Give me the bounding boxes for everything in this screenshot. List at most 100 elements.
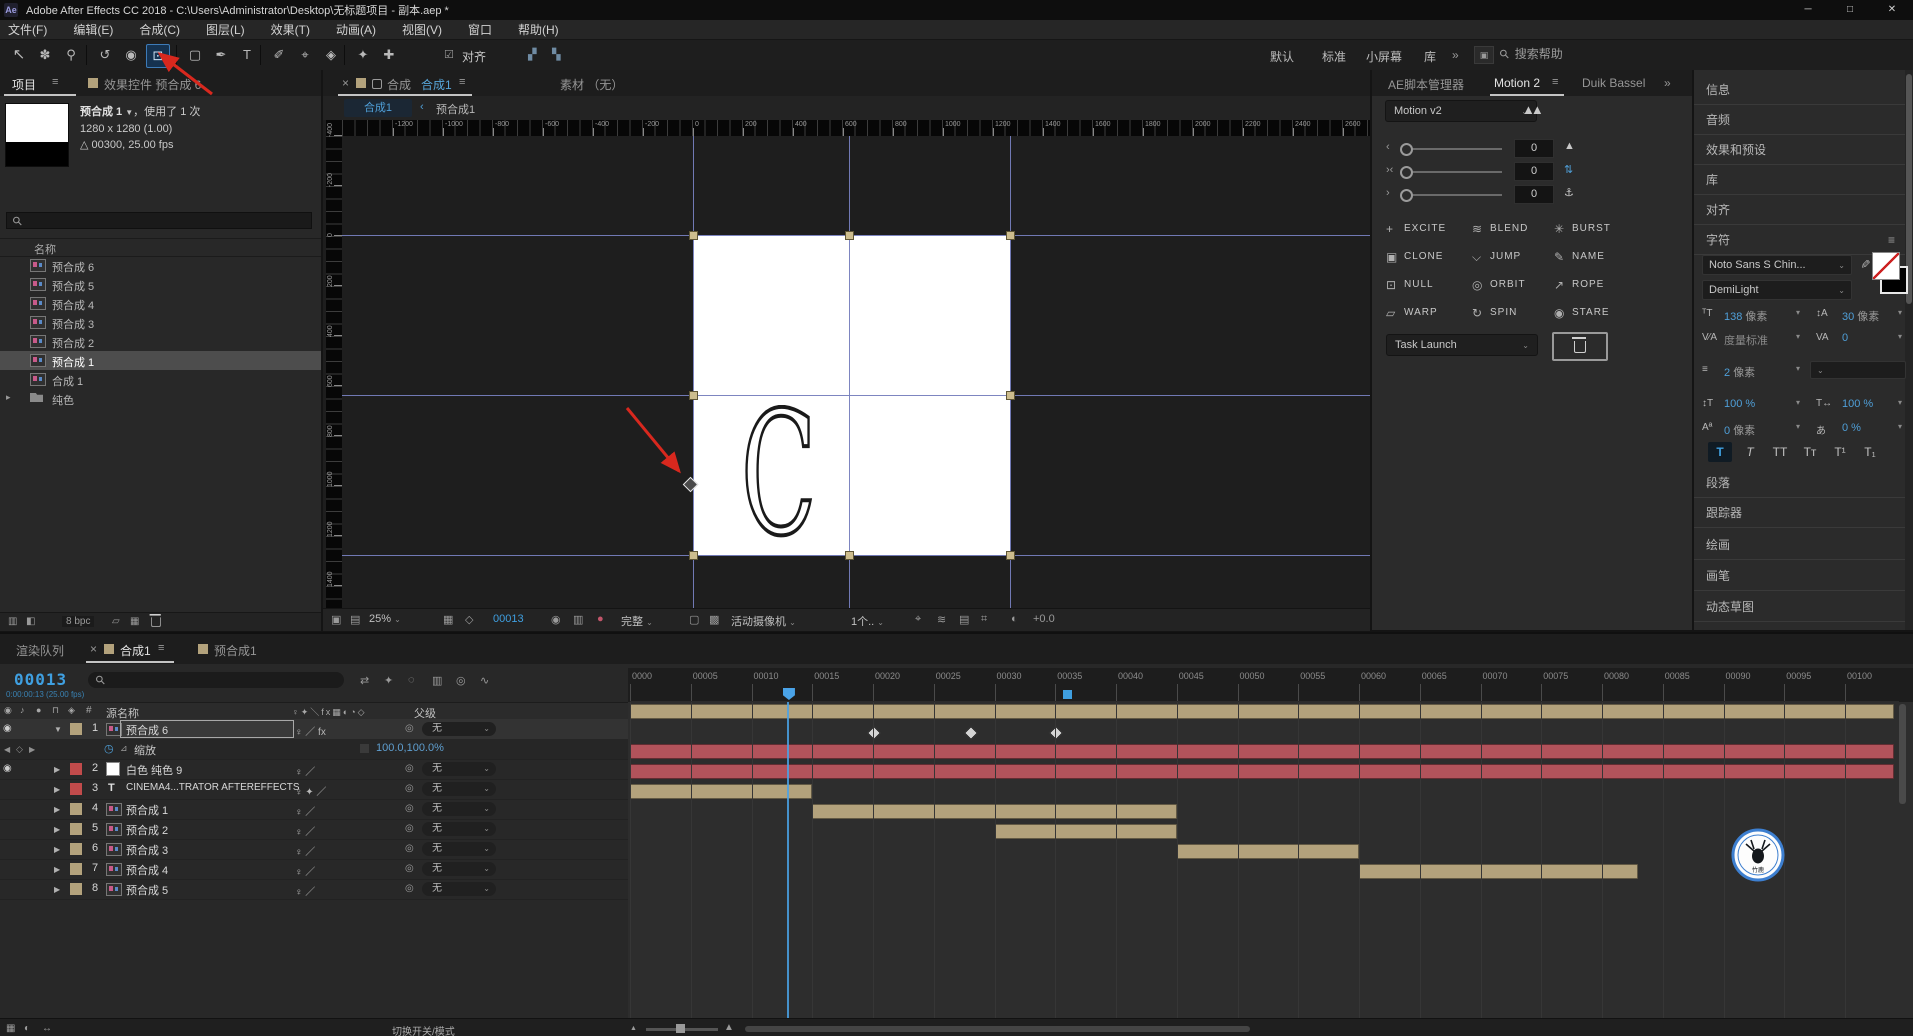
menu-item-4[interactable]: 效果(T) <box>271 21 310 38</box>
parent-dropdown[interactable]: 无⌄ <box>422 802 496 816</box>
pickwhip-icon[interactable]: ◎ <box>405 843 414 854</box>
sidebar-section-动态草图[interactable]: 动态草图 <box>1694 592 1905 622</box>
char-row-value[interactable]: 100 % <box>1724 398 1755 410</box>
guide-line-horizontal[interactable] <box>342 555 1370 556</box>
motion-blur-icon[interactable]: ◎ <box>456 674 466 687</box>
sidebar-scrollbar[interactable] <box>1905 70 1913 630</box>
expand-arrow-icon[interactable]: ▼ <box>54 725 62 734</box>
sidebar-section-画笔[interactable]: 画笔 <box>1694 561 1905 591</box>
motion-button-clone[interactable]: ▣CLONE <box>1386 248 1466 268</box>
pickwhip-icon[interactable]: ◎ <box>405 863 414 874</box>
parent-dropdown[interactable]: 无⌄ <box>422 782 496 796</box>
layer-label-color[interactable] <box>70 783 82 795</box>
motion-button-warp[interactable]: ▱WARP <box>1386 304 1466 324</box>
layer-switches[interactable]: ♀ ／ <box>295 843 315 858</box>
close-button[interactable]: ✕ <box>1871 0 1913 20</box>
tab-footage[interactable]: 素材 （无） <box>560 76 623 93</box>
motion-button-rope[interactable]: ↗ROPE <box>1554 276 1634 296</box>
expand-arrow-icon[interactable]: ▶ <box>54 825 60 834</box>
snapshot-icon[interactable]: ◉ <box>551 613 561 626</box>
dropdown-caret-icon[interactable]: ▾ <box>1898 332 1902 341</box>
magnification-dropdown[interactable]: 25% ⌄ <box>369 613 401 625</box>
clone-stamp-tool[interactable]: ⌖ <box>294 44 316 66</box>
screen-mode-icon[interactable]: ▤ <box>350 613 360 626</box>
task-launch-dropdown[interactable]: Task Launch⌄ <box>1386 334 1538 356</box>
eraser-tool[interactable]: ◈ <box>320 44 342 66</box>
motion-button-name[interactable]: ✎NAME <box>1554 248 1634 268</box>
type-style-button-5[interactable]: T₁ <box>1858 442 1882 462</box>
pixel-aspect-icon[interactable]: ⌖ <box>915 613 921 626</box>
project-item-2[interactable]: 预合成 4 <box>0 294 321 313</box>
char-row-value[interactable]: 0 像素 <box>1724 422 1755 438</box>
layer-name[interactable]: 白色 纯色 9 <box>126 762 182 778</box>
motion-button-spin[interactable]: ↻SPIN <box>1472 304 1552 324</box>
menu-item-8[interactable]: 帮助(H) <box>518 21 559 38</box>
motion-button-jump[interactable]: ⌵JUMP <box>1472 248 1552 268</box>
stroke-style-dropdown[interactable]: ⌄ <box>1810 361 1906 379</box>
project-search-input[interactable]: ⚲ <box>6 212 312 229</box>
menu-item-0[interactable]: 文件(F) <box>8 21 47 38</box>
pickwhip-icon[interactable]: ◎ <box>405 803 414 814</box>
layer-name[interactable]: 预合成 6 <box>126 722 168 738</box>
grid-guides-icon[interactable]: ▦ <box>443 613 453 626</box>
delete-task-button[interactable] <box>1552 332 1608 361</box>
align-checkbox[interactable]: ☑ <box>444 48 454 61</box>
horizontal-ruler[interactable]: -1200-1000-800-600-400-20002004006008001… <box>342 120 1370 136</box>
close-tab-icon[interactable]: × <box>342 76 349 90</box>
tab-precomp1[interactable]: 预合成1 <box>214 642 257 659</box>
draft-3d-icon[interactable]: ✦ <box>384 674 393 687</box>
workspace-tab-1[interactable]: 标准 <box>1322 48 1346 65</box>
type-style-button-1[interactable]: T <box>1738 442 1762 462</box>
current-time[interactable]: 00013 <box>493 613 524 625</box>
workspace-tab-3[interactable]: 库 <box>1424 48 1436 65</box>
layer-label-color[interactable] <box>70 843 82 855</box>
camera-tool[interactable]: ◉ <box>120 44 142 66</box>
project-item-5[interactable]: 预合成 1 <box>0 351 321 370</box>
sidebar-section-对齐[interactable]: 对齐 <box>1694 195 1905 225</box>
char-row-value[interactable]: 138 像素 <box>1724 308 1767 324</box>
slider-knob[interactable] <box>1400 143 1413 156</box>
preset-dropdown[interactable]: Motion v2⌄ <box>1385 100 1537 122</box>
layer-name[interactable]: CINEMA4...TRATOR AFTEREFFECTS <box>126 782 300 793</box>
preview-quality-icon[interactable]: ▣ <box>331 613 341 626</box>
expand-arrow-icon[interactable]: ▸ <box>6 392 11 403</box>
type-style-button-4[interactable]: T¹ <box>1828 442 1852 462</box>
sidebar-section-音频[interactable]: 音频 <box>1694 105 1905 135</box>
motion-button-excite[interactable]: +EXCITE <box>1386 220 1466 240</box>
layer-bar-3[interactable] <box>630 764 1894 779</box>
comp-marker[interactable] <box>1063 690 1072 699</box>
guide-line-vertical[interactable] <box>693 136 694 608</box>
expand-arrow-icon[interactable]: ▶ <box>54 785 60 794</box>
layer-switches[interactable]: ♀ ／ fx <box>295 723 326 738</box>
current-timecode[interactable]: 00013 <box>14 670 67 689</box>
layer-row-8[interactable]: ▶8预合成 5♀ ／◎无⌄ <box>0 879 628 900</box>
layer-handle[interactable] <box>689 231 698 240</box>
include-checkbox[interactable] <box>360 744 369 753</box>
resolution-dropdown[interactable]: 完整 ⌄ <box>621 613 653 629</box>
sidebar-section-绘画[interactable]: 绘画 <box>1694 530 1905 560</box>
layer-label-color[interactable] <box>70 803 82 815</box>
sidebar-section-信息[interactable]: 信息 <box>1694 75 1905 105</box>
pickwhip-icon[interactable]: ◎ <box>405 763 414 774</box>
slider-knob[interactable] <box>1400 189 1413 202</box>
bpc-label[interactable]: 8 bpc <box>62 616 94 627</box>
pickwhip-icon[interactable]: ◎ <box>405 723 414 734</box>
parent-dropdown[interactable]: 无⌄ <box>422 842 496 856</box>
project-footer-icon2-0[interactable]: ▱ <box>112 616 120 627</box>
menu-item-7[interactable]: 窗口 <box>468 21 492 38</box>
layer-row-6[interactable]: ▶6预合成 3♀ ／◎无⌄ <box>0 839 628 860</box>
slider-knob[interactable] <box>1400 166 1413 179</box>
dropdown-caret-icon[interactable]: ▾ <box>1796 422 1800 431</box>
layer-row-4[interactable]: ▶4预合成 1♀ ／◎无⌄ <box>0 799 628 820</box>
expand-arrow-icon[interactable]: ▶ <box>54 865 60 874</box>
motion-button-orbit[interactable]: ◎ORBIT <box>1472 276 1552 296</box>
maximize-button[interactable]: □ <box>1829 0 1871 20</box>
fast-previews-icon[interactable]: ≋ <box>937 613 946 626</box>
sidebar-section-库[interactable]: 库 <box>1694 165 1905 195</box>
layer-row-7[interactable]: ▶7预合成 4♀ ／◎无⌄ <box>0 859 628 880</box>
pickwhip-icon[interactable]: ◎ <box>405 883 414 894</box>
show-channel-icon[interactable]: ● <box>597 613 604 625</box>
vertical-ruler[interactable]: -400-2000200400600800100012001400 <box>326 136 342 608</box>
menu-item-2[interactable]: 合成(C) <box>139 21 180 38</box>
layer-row-1[interactable]: ◉▼1预合成 6♀ ／ fx◎无⌄ <box>0 719 628 740</box>
